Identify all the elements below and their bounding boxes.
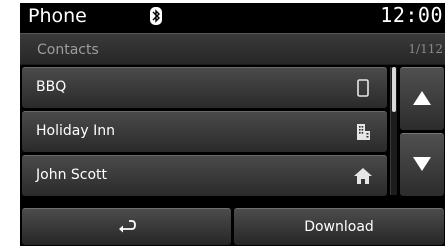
page-indicator: 1/112 [408,42,443,56]
list-header: Contacts 1/112 [20,33,445,65]
contact-row[interactable]: Holiday Inn [22,111,387,152]
bottom-bar: Download [20,208,445,246]
mobile-phone-icon [353,78,373,98]
back-arrow-icon [119,220,136,233]
bluetooth-icon [150,7,162,25]
back-button[interactable] [22,208,231,245]
list-title: Contacts [37,42,99,58]
contact-name: Holiday Inn [36,123,115,139]
scroll-up-button[interactable] [400,67,444,130]
contact-row[interactable]: John Scott [22,155,387,196]
home-icon [353,166,373,186]
status-bar: Phone 12:00 [20,3,445,30]
scrollbar[interactable] [390,67,397,195]
scroll-down-button[interactable] [400,133,444,196]
download-button[interactable]: Download [234,208,444,245]
scrollbar-thumb[interactable] [392,67,396,112]
app-title: Phone [28,5,87,27]
download-label: Download [304,219,374,235]
phone-screen: Phone 12:00 Contacts 1/112 BBQ Holiday I… [20,3,445,246]
arrow-up-icon [413,91,431,105]
contact-row[interactable]: BBQ [22,67,387,108]
clock: 12:00 [380,3,443,27]
contact-name: John Scott [36,167,108,183]
office-building-icon [353,122,373,142]
arrow-down-icon [413,157,431,171]
contact-name: BBQ [36,79,67,95]
